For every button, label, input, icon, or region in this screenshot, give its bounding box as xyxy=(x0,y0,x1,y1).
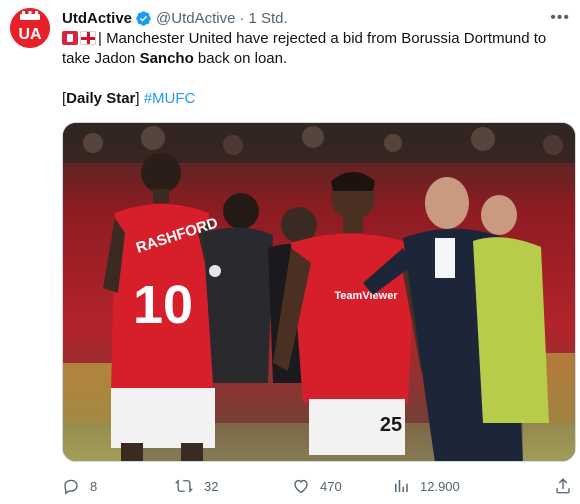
tweet-line-2-post: back on loan. xyxy=(193,50,288,67)
tweet-line-1-text: | Manchester United have rejected a bid … xyxy=(98,30,547,47)
tweet-source-line: [Daily Star] #MUFC xyxy=(62,89,568,109)
share-button[interactable] xyxy=(554,477,572,495)
highlighted-keyword: Sancho xyxy=(139,50,194,67)
author-handle[interactable]: @UtdActive xyxy=(156,10,235,27)
tweet-text: | Manchester United have rejected a bid … xyxy=(62,29,568,109)
views-count: 12.900 xyxy=(420,478,460,494)
like-button[interactable]: 470 xyxy=(292,477,392,495)
separator-dot: · xyxy=(239,9,245,27)
england-flag-icon xyxy=(80,31,96,45)
views-chart-icon xyxy=(395,480,408,492)
tweet-line-1: | Manchester United have rejected a bid … xyxy=(62,29,568,49)
more-options-icon[interactable]: ••• xyxy=(550,9,570,27)
like-count: 470 xyxy=(320,478,342,494)
shirt-sponsor: TeamViewer xyxy=(334,290,398,302)
football-photo-image: RASHFORD 10 TeamViewer 25 xyxy=(63,123,575,461)
retweet-icon xyxy=(175,479,193,493)
tweet-header: UtdActive @UtdActive · 1 Std. ••• xyxy=(62,8,570,28)
source-bracket-close: ] xyxy=(135,90,144,107)
shirt-number-left: 10 xyxy=(133,275,193,335)
source-name: Daily Star xyxy=(66,90,136,107)
share-icon xyxy=(556,478,570,494)
views-button[interactable]: 12.900 xyxy=(392,477,510,495)
timestamp[interactable]: 1 Std. xyxy=(248,10,287,27)
heart-icon xyxy=(294,479,308,494)
avatar-text: UA xyxy=(18,26,42,43)
tweet-photo[interactable]: RASHFORD 10 TeamViewer 25 xyxy=(62,122,576,462)
retweet-button[interactable]: 32 xyxy=(174,477,244,495)
tweet-actions: 8 32 470 12.900 xyxy=(62,474,572,498)
author-name[interactable]: UtdActive xyxy=(62,10,132,27)
utdactive-logo-icon: UA xyxy=(10,8,50,48)
breaking-emoji-icon xyxy=(62,31,78,45)
shorts-number: 25 xyxy=(380,414,402,436)
hashtag-link[interactable]: #MUFC xyxy=(144,90,196,107)
reply-count: 8 xyxy=(90,478,98,494)
tweet-line-2-pre: take Jadon xyxy=(62,50,140,67)
retweet-count: 32 xyxy=(204,478,219,494)
reply-icon xyxy=(64,479,78,495)
tweet-line-2: take Jadon Sancho back on loan. xyxy=(62,49,568,69)
verified-badge-icon xyxy=(135,10,152,27)
reply-button[interactable]: 8 xyxy=(62,477,174,495)
avatar[interactable]: UA xyxy=(10,8,50,48)
